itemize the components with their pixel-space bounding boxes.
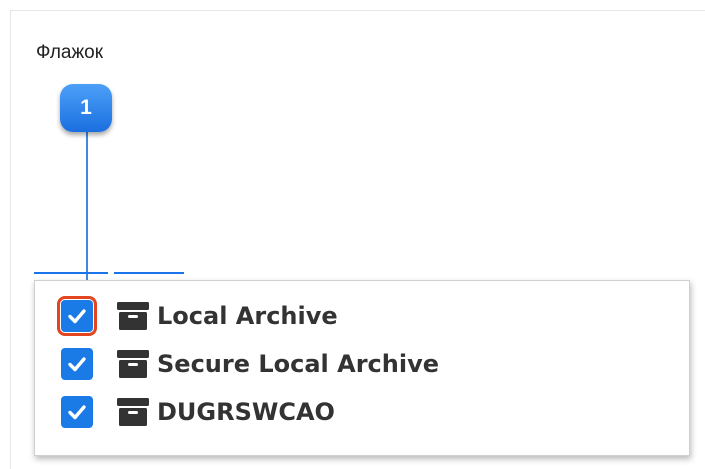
- callout-badge: 1: [60, 84, 112, 132]
- option-dugrswcao[interactable]: DUGRSWCAO: [61, 394, 335, 430]
- archive-box-icon: [117, 398, 149, 426]
- checkbox-local-archive[interactable]: [57, 296, 97, 336]
- checkbox-secure-local-archive[interactable]: [61, 348, 93, 380]
- tab-underline-first: [34, 272, 108, 274]
- option-local-archive[interactable]: Local Archive: [57, 296, 338, 336]
- callout-connector-line: [86, 124, 88, 292]
- checkmark-icon: [68, 357, 86, 372]
- panel-border-top: [10, 10, 705, 11]
- option-label: DUGRSWCAO: [157, 398, 335, 426]
- screenshot-stage: Флажок 1 Local Archive Secure Local Arch…: [0, 0, 705, 469]
- checkbox-dugrswcao[interactable]: [61, 396, 93, 428]
- checkmark-icon: [68, 405, 86, 420]
- archive-box-icon: [117, 350, 149, 378]
- tab-underline-second: [114, 272, 184, 274]
- checkmark-icon: [68, 309, 86, 324]
- archive-dropdown-list: Local Archive Secure Local Archive DUGRS…: [34, 280, 690, 456]
- panel-border-left: [10, 10, 11, 469]
- section-heading: Флажок: [36, 42, 104, 63]
- archive-box-icon: [117, 302, 149, 330]
- option-label: Local Archive: [157, 302, 338, 330]
- option-label: Secure Local Archive: [157, 350, 439, 378]
- option-secure-local-archive[interactable]: Secure Local Archive: [61, 346, 439, 382]
